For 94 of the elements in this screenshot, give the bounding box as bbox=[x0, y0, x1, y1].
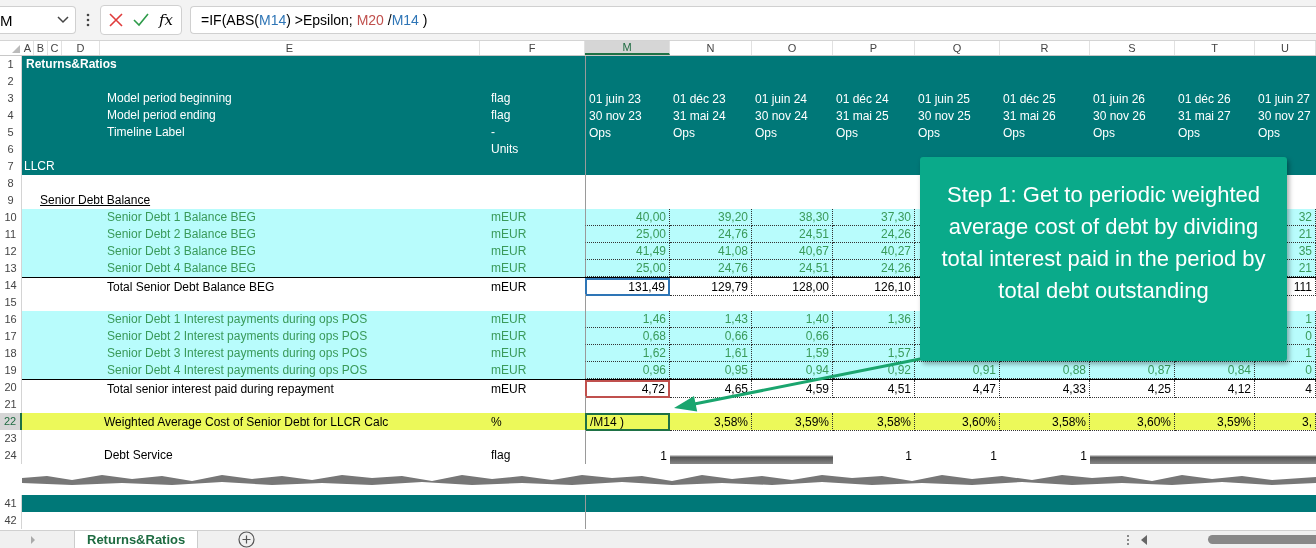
table-cell: 3,60% bbox=[1090, 413, 1175, 431]
table-cell-text: Ops bbox=[1002, 124, 1026, 141]
table-cell-text: Ops bbox=[672, 124, 696, 141]
table-cell: 4,25 bbox=[1090, 380, 1175, 398]
table-cell: 3,60% bbox=[915, 413, 1000, 431]
table-cell: 3,59% bbox=[1175, 413, 1255, 431]
row-label: Senior Debt 3 Balance BEG bbox=[106, 244, 256, 259]
unit-label: mEUR bbox=[491, 210, 527, 225]
table-cell-text: 1 bbox=[989, 447, 998, 464]
table-cell-text: 01 juin 24 bbox=[754, 90, 809, 107]
row-label: Senior Debt 4 Interest payments during ops POS bbox=[106, 363, 368, 378]
unit-label: mEUR bbox=[491, 381, 527, 397]
row-label: Senior Debt 1 Interest payments during ops POS bbox=[106, 312, 368, 327]
unit-label: flag bbox=[491, 108, 511, 123]
table-cell-text: 1 bbox=[904, 447, 913, 464]
table-cell-text: 31 mai 27 bbox=[1177, 107, 1232, 124]
table-cell: 3, bbox=[1255, 413, 1316, 431]
table-cell: 4,47 bbox=[915, 380, 1000, 398]
unit-label: mEUR bbox=[491, 312, 527, 327]
table-cell: 3,58% bbox=[1000, 413, 1090, 431]
table-cell: 0 bbox=[1255, 362, 1316, 379]
unit-label: mEUR bbox=[491, 329, 527, 344]
table-cell-text: Ops bbox=[917, 124, 941, 141]
table-cell: 24,51 bbox=[752, 260, 833, 277]
row-label: Model period ending bbox=[106, 108, 216, 123]
row-label: Total senior interest paid during repayment bbox=[106, 381, 334, 397]
table-cell: 0,96 bbox=[585, 362, 670, 379]
table-cell: 4,51 bbox=[833, 380, 915, 398]
table-cell: 0,95 bbox=[670, 362, 752, 379]
cell-reference: M bbox=[0, 11, 13, 29]
table-cell-text: Ops bbox=[835, 124, 859, 141]
table-cell-text: 01 déc 25 bbox=[1002, 90, 1057, 107]
unit-label: Units bbox=[491, 142, 519, 157]
table-cell: 4,33 bbox=[1000, 380, 1090, 398]
row-label: Weighted Average Cost of Senior Debt for LLCR Calc bbox=[103, 414, 389, 430]
table-cell-text: Ops bbox=[1257, 124, 1281, 141]
table-cell-text: 01 déc 23 bbox=[672, 90, 727, 107]
unit-label: mEUR bbox=[491, 244, 527, 259]
table-cell-text: Ops bbox=[1177, 124, 1201, 141]
table-cell: 4 bbox=[1255, 380, 1316, 398]
table-cell: 0,88 bbox=[1000, 362, 1090, 379]
unit-label: mEUR bbox=[491, 346, 527, 361]
table-cell: 25,00 bbox=[585, 260, 670, 277]
row-label: Returns&Ratios bbox=[25, 57, 117, 72]
unit-label: % bbox=[491, 414, 502, 430]
table-cell-text: 31 mai 24 bbox=[672, 107, 727, 124]
table-cell: 4,12 bbox=[1175, 380, 1255, 398]
table-cell-text: 30 nov 26 bbox=[1092, 107, 1147, 124]
table-cell-text: 01 déc 26 bbox=[1177, 90, 1232, 107]
table-cell: 24,26 bbox=[833, 260, 915, 277]
table-cell: 3,59% bbox=[752, 413, 833, 431]
table-cell: 0,84 bbox=[1175, 362, 1255, 379]
unit-label: mEUR bbox=[491, 279, 527, 295]
table-cell: 3,58% bbox=[833, 413, 915, 431]
table-cell: /M14 ) bbox=[585, 413, 670, 431]
unit-label: - bbox=[491, 125, 495, 140]
table-cell-text: Ops bbox=[1092, 124, 1116, 141]
table-cell: 24,76 bbox=[670, 260, 752, 277]
table-cell: 0,91 bbox=[915, 362, 1000, 379]
table-cell-text: Ops bbox=[754, 124, 778, 141]
table-cell: 131,49 bbox=[585, 278, 670, 296]
table-cell-text: 30 nov 25 bbox=[917, 107, 972, 124]
table-cell-text: 30 nov 27 bbox=[1257, 107, 1312, 124]
row-label: Debt Service bbox=[103, 448, 173, 463]
callout-tooltip: Step 1: Get to periodic weighted average cost of debt by dividing total interest paid in the period by total debt outstanding bbox=[920, 157, 1287, 361]
table-cell: 4,72 bbox=[585, 380, 670, 398]
unit-label: mEUR bbox=[491, 261, 527, 276]
row-label: Senior Debt 4 Balance BEG bbox=[106, 261, 256, 276]
table-cell-text: 01 déc 24 bbox=[835, 90, 890, 107]
unit-label: mEUR bbox=[491, 363, 527, 378]
table-cell-text: 01 juin 25 bbox=[917, 90, 972, 107]
table-cell: 129,79 bbox=[670, 278, 752, 296]
table-cell-text: 31 mai 26 bbox=[1002, 107, 1057, 124]
unit-label: mEUR bbox=[491, 227, 527, 242]
table-cell: 3,58% bbox=[670, 413, 752, 431]
table-cell-text: 01 juin 26 bbox=[1092, 90, 1147, 107]
unit-label: flag bbox=[491, 91, 511, 106]
table-cell-text: 31 mai 25 bbox=[835, 107, 890, 124]
row-label: Senior Debt Balance bbox=[39, 193, 151, 208]
table-cell-text: 30 nov 24 bbox=[754, 107, 809, 124]
row-label: Senior Debt 2 Interest payments during ops POS bbox=[106, 329, 368, 344]
table-cell: 0,87 bbox=[1090, 362, 1175, 379]
row-label: Model period beginning bbox=[106, 91, 232, 106]
row-label: Senior Debt 2 Balance BEG bbox=[106, 227, 256, 242]
table-cell-text: 01 juin 27 bbox=[1257, 90, 1312, 107]
row-label: LLCR bbox=[23, 159, 55, 174]
row-label: Timeline Label bbox=[106, 125, 185, 140]
table-cell: 126,10 bbox=[833, 278, 915, 296]
table-cell-text: 1 bbox=[1079, 447, 1088, 464]
row-label: Total Senior Debt Balance BEG bbox=[106, 279, 275, 295]
row-label: Senior Debt 3 Interest payments during ops POS bbox=[106, 346, 368, 361]
row-label: Senior Debt 1 Balance BEG bbox=[106, 210, 256, 225]
unit-label: flag bbox=[491, 448, 511, 463]
table-cell: 128,00 bbox=[752, 278, 833, 296]
